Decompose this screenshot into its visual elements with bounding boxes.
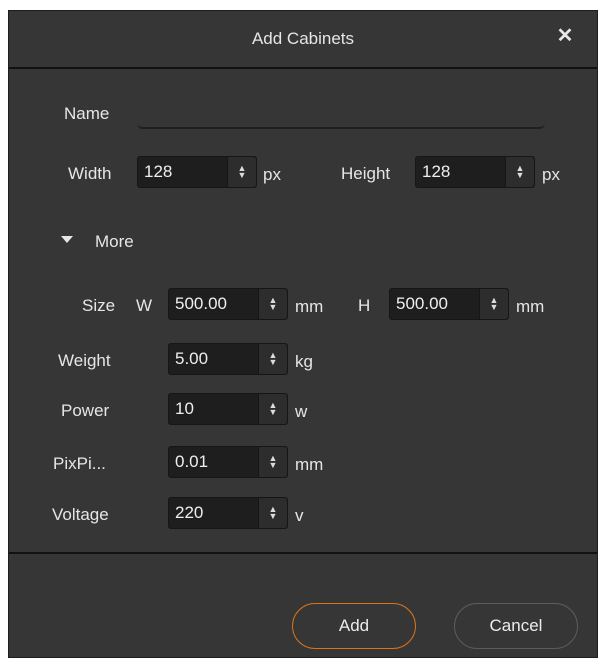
footer-divider xyxy=(9,552,597,554)
name-label: Name xyxy=(64,104,110,123)
add-cabinets-dialog: Add Cabinets ✕ Name Width 128 ▲ ▼ px Heig… xyxy=(8,10,598,658)
triangle-down-icon[interactable] xyxy=(61,236,73,243)
pixpitch-unit: mm xyxy=(295,455,324,474)
power-value: 10 xyxy=(175,399,194,418)
spin-arrows-icon[interactable]: ▲ ▼ xyxy=(258,394,287,424)
voltage-spinbox[interactable]: 220 ▲ ▼ xyxy=(168,497,288,529)
height-value: 128 xyxy=(422,162,451,181)
voltage-unit: v xyxy=(295,506,304,525)
size-h-spinbox[interactable]: 500.00 ▲ ▼ xyxy=(389,288,509,320)
width-spinbox[interactable]: 128 ▲ ▼ xyxy=(137,156,257,188)
spin-arrows-icon[interactable]: ▲ ▼ xyxy=(258,447,287,477)
weight-spinbox[interactable]: 5.00 ▲ ▼ xyxy=(168,343,288,375)
pixpitch-value: 0.01 xyxy=(175,452,209,471)
cancel-button[interactable]: Cancel xyxy=(454,603,578,649)
voltage-label: Voltage xyxy=(52,505,109,524)
size-h-unit: mm xyxy=(516,297,545,316)
pixpitch-spinbox[interactable]: 0.01 ▲ ▼ xyxy=(168,446,288,478)
spin-arrows-icon[interactable]: ▲ ▼ xyxy=(479,289,508,319)
size-w-spinbox[interactable]: 500.00 ▲ ▼ xyxy=(168,288,288,320)
more-toggle[interactable]: More xyxy=(95,232,134,252)
width-unit: px xyxy=(263,165,281,184)
power-unit: w xyxy=(295,402,308,421)
weight-value: 5.00 xyxy=(175,349,209,368)
width-value: 128 xyxy=(144,162,173,181)
power-label: Power xyxy=(61,401,110,420)
close-icon[interactable]: ✕ xyxy=(553,24,577,48)
height-unit: px xyxy=(542,165,560,184)
voltage-value: 220 xyxy=(175,503,204,522)
spin-arrows-icon[interactable]: ▲ ▼ xyxy=(258,498,287,528)
spin-arrows-icon[interactable]: ▲ ▼ xyxy=(505,157,534,187)
spin-arrows-icon[interactable]: ▲ ▼ xyxy=(258,344,287,374)
weight-unit: kg xyxy=(295,352,313,371)
dialog-title: Add Cabinets xyxy=(251,29,355,48)
width-label: Width xyxy=(68,164,112,183)
size-w-value: 500.00 xyxy=(175,294,227,313)
add-button[interactable]: Add xyxy=(292,603,416,649)
name-input[interactable] xyxy=(137,121,545,129)
height-label: Height xyxy=(341,164,391,183)
size-w-label: W xyxy=(136,296,153,315)
title-bar: Add Cabinets ✕ xyxy=(9,11,597,68)
spin-arrows-icon[interactable]: ▲ ▼ xyxy=(258,289,287,319)
pixpitch-label: PixPi... xyxy=(53,454,106,473)
power-spinbox[interactable]: 10 ▲ ▼ xyxy=(168,393,288,425)
height-spinbox[interactable]: 128 ▲ ▼ xyxy=(415,156,535,188)
spin-arrows-icon[interactable]: ▲ ▼ xyxy=(227,157,256,187)
weight-label: Weight xyxy=(58,351,111,370)
size-label: Size xyxy=(82,296,116,315)
title-divider xyxy=(9,67,597,69)
size-h-value: 500.00 xyxy=(396,294,448,313)
size-w-unit: mm xyxy=(295,297,324,316)
size-h-label: H xyxy=(358,296,371,315)
